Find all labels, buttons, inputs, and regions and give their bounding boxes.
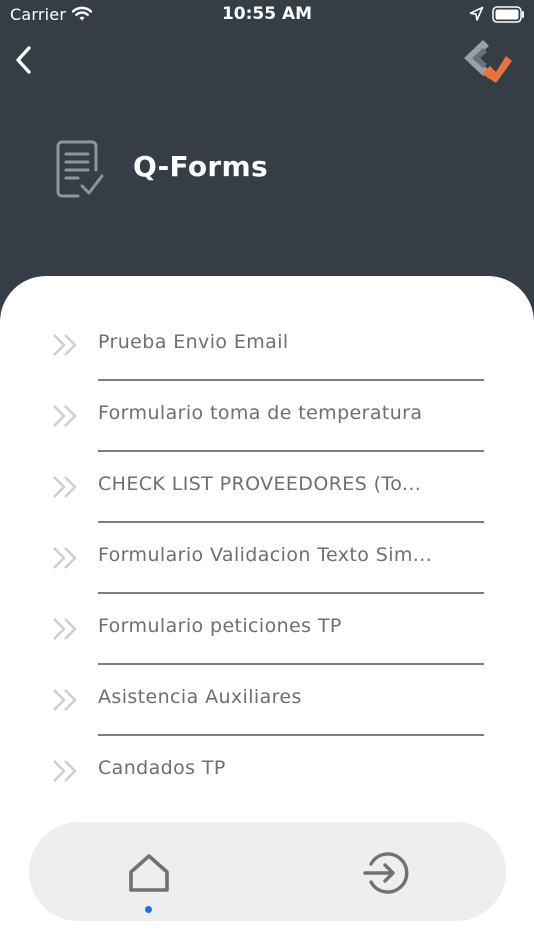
nav-home-button[interactable]: [121, 848, 177, 913]
header: Carrier 10:55 AM Q-Forms: [0, 0, 534, 320]
location-arrow-icon: [469, 6, 484, 21]
form-item[interactable]: Prueba Envio Email: [0, 276, 534, 381]
status-bar: Carrier 10:55 AM: [0, 0, 534, 30]
logout-icon: [363, 852, 409, 894]
form-item[interactable]: Formulario Validacion Texto Sim...: [0, 489, 534, 594]
form-item[interactable]: Candados TP: [0, 702, 534, 782]
form-item[interactable]: Formulario peticiones TP: [0, 560, 534, 665]
form-item[interactable]: Asistencia Auxiliares: [0, 631, 534, 736]
nav-logout-button[interactable]: [359, 848, 415, 898]
status-time: 10:55 AM: [221, 4, 313, 24]
form-item[interactable]: Formulario toma de temperatura: [0, 347, 534, 452]
form-item-label: Candados TP: [98, 757, 226, 779]
active-indicator: [145, 906, 152, 913]
page-title: Q-Forms: [133, 150, 268, 183]
form-checklist-icon: [56, 140, 104, 198]
battery-icon: [492, 6, 524, 23]
chevron-left-icon: [16, 46, 31, 74]
brand-logo[interactable]: [458, 34, 514, 88]
double-chevron-right-icon: [53, 760, 77, 782]
bottom-nav: [29, 822, 506, 921]
form-item[interactable]: CHECK LIST PROVEEDORES (To...: [0, 418, 534, 523]
home-icon: [129, 854, 169, 892]
back-button[interactable]: [8, 42, 40, 78]
